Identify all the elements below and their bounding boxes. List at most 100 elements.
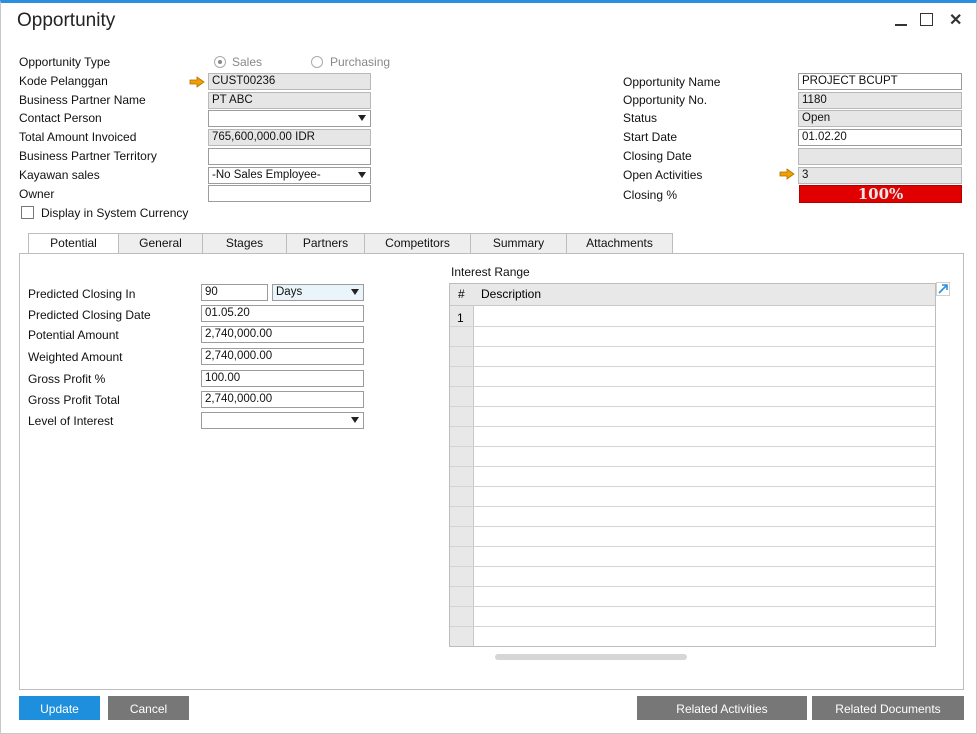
predicted-closing-in-field[interactable]: 90 [201,284,268,301]
status-label: Status [623,111,658,125]
grid-row-divider [450,326,935,327]
link-arrow-icon[interactable] [189,76,205,88]
grid-row-divider [450,526,935,527]
opportunity-window: Opportunity ✕ Opportunity Type Sales Pur… [0,0,977,734]
grid-row-divider [450,446,935,447]
tab-stages-label: Stages [225,236,264,250]
tab-summary[interactable]: Summary [470,233,567,254]
closing-pct-bar: 100% [799,185,962,203]
status-field[interactable]: Open [798,110,962,127]
chevron-down-icon[interactable] [358,115,366,121]
chevron-down-icon[interactable] [358,172,366,178]
grid-row-divider [450,466,935,467]
tab-attachments[interactable]: Attachments [566,233,673,254]
opportunity-no-label: Opportunity No. [623,93,708,107]
closing-date-label: Closing Date [623,149,692,163]
closing-unit-value: Days [276,286,303,298]
grid-row-divider [450,406,935,407]
bp-name-field[interactable]: PT ABC [208,92,371,109]
closing-unit-dropdown[interactable]: Days [272,284,364,301]
grid-row-divider [450,506,935,507]
tab-summary-label: Summary [492,236,545,250]
grid-row-divider [450,486,935,487]
cancel-button[interactable]: Cancel [108,696,189,720]
predicted-closing-in-label: Predicted Closing In [28,287,136,301]
display-currency-checkbox[interactable] [21,206,34,219]
close-icon[interactable]: ✕ [949,10,962,30]
sales-radio-label: Sales [232,55,263,69]
predicted-closing-date-field[interactable]: 01.05.20 [201,305,364,322]
predicted-closing-date-label: Predicted Closing Date [28,308,151,322]
tab-general[interactable]: General [118,233,203,254]
grid-row-divider [450,626,935,627]
grid-row-divider [450,346,935,347]
interest-range-title: Interest Range [451,265,530,279]
opportunity-type-label: Opportunity Type [19,55,111,69]
gross-profit-total-field[interactable]: 2,740,000.00 [201,391,364,408]
display-currency-label: Display in System Currency [41,206,189,220]
kode-pelanggan-field[interactable]: CUST00236 [208,73,371,90]
total-invoiced-field[interactable]: 765,600,000.00 IDR [208,129,371,146]
maximize-icon[interactable] [920,10,933,26]
tab-stages[interactable]: Stages [202,233,287,254]
grid-row-divider [450,646,935,647]
interest-range-grid: # Description 1 [449,283,936,647]
potential-amount-field[interactable]: 2,740,000.00 [201,326,364,343]
grid-row-divider [450,566,935,567]
grid-row-number-column [450,306,474,646]
sales-radio[interactable] [214,56,226,68]
tab-attachments-label: Attachments [586,236,653,250]
chevron-down-icon[interactable] [351,289,359,295]
window-title: Opportunity [17,10,116,31]
grid-row-divider [450,386,935,387]
grid-row-divider [450,546,935,547]
tab-competitors-label: Competitors [385,236,450,250]
kode-pelanggan-label: Kode Pelanggan [19,74,108,88]
start-date-label: Start Date [623,130,678,144]
tab-partners[interactable]: Partners [286,233,365,254]
weighted-amount-label: Weighted Amount [28,350,123,364]
open-activities-label: Open Activities [623,168,703,182]
open-activities-field[interactable]: 3 [798,167,962,184]
bp-name-label: Business Partner Name [19,93,146,107]
contact-person-dropdown[interactable] [208,110,371,127]
owner-field[interactable] [208,185,371,202]
tab-potential[interactable]: Potential [28,233,119,255]
grid-header-num: # [458,287,465,301]
tab-partners-label: Partners [302,236,349,250]
purchasing-radio-label: Purchasing [330,55,391,69]
update-button[interactable]: Update [19,696,100,720]
title-bar: Opportunity ✕ [1,3,976,39]
grid-row-divider [450,586,935,587]
potential-amount-label: Potential Amount [28,328,119,342]
horizontal-scrollbar[interactable] [495,654,687,660]
closing-date-field[interactable] [798,148,962,165]
opportunity-name-label: Opportunity Name [623,75,721,89]
grid-header-description[interactable]: Description [481,287,541,301]
grid-header: # Description [450,284,935,306]
link-arrow-icon[interactable] [779,168,795,180]
purchasing-radio[interactable] [311,56,323,68]
grid-row-divider [450,426,935,427]
weighted-amount-field[interactable]: 2,740,000.00 [201,348,364,365]
gross-profit-pct-label: Gross Profit % [28,372,106,386]
owner-label: Owner [19,187,55,201]
level-of-interest-dropdown[interactable] [201,412,364,429]
kayawan-sales-dropdown[interactable]: -No Sales Employee- [208,167,371,184]
closing-pct-label: Closing % [623,188,678,202]
tab-competitors[interactable]: Competitors [364,233,471,254]
related-documents-button[interactable]: Related Documents [812,696,964,720]
contact-person-label: Contact Person [19,111,102,125]
minimize-icon[interactable] [895,8,907,26]
chevron-down-icon[interactable] [351,417,359,423]
grid-row-number: 1 [457,311,464,325]
start-date-field[interactable]: 01.02.20 [798,129,962,146]
opportunity-no-field[interactable]: 1180 [798,92,962,109]
expand-icon[interactable] [936,282,950,296]
kayawan-sales-label: Kayawan sales [19,168,100,182]
bp-territory-field[interactable] [208,148,371,165]
gross-profit-pct-field[interactable]: 100.00 [201,370,364,387]
related-activities-button[interactable]: Related Activities [637,696,807,720]
opportunity-name-field[interactable]: PROJECT BCUPT [798,73,962,90]
gross-profit-total-label: Gross Profit Total [28,393,120,407]
